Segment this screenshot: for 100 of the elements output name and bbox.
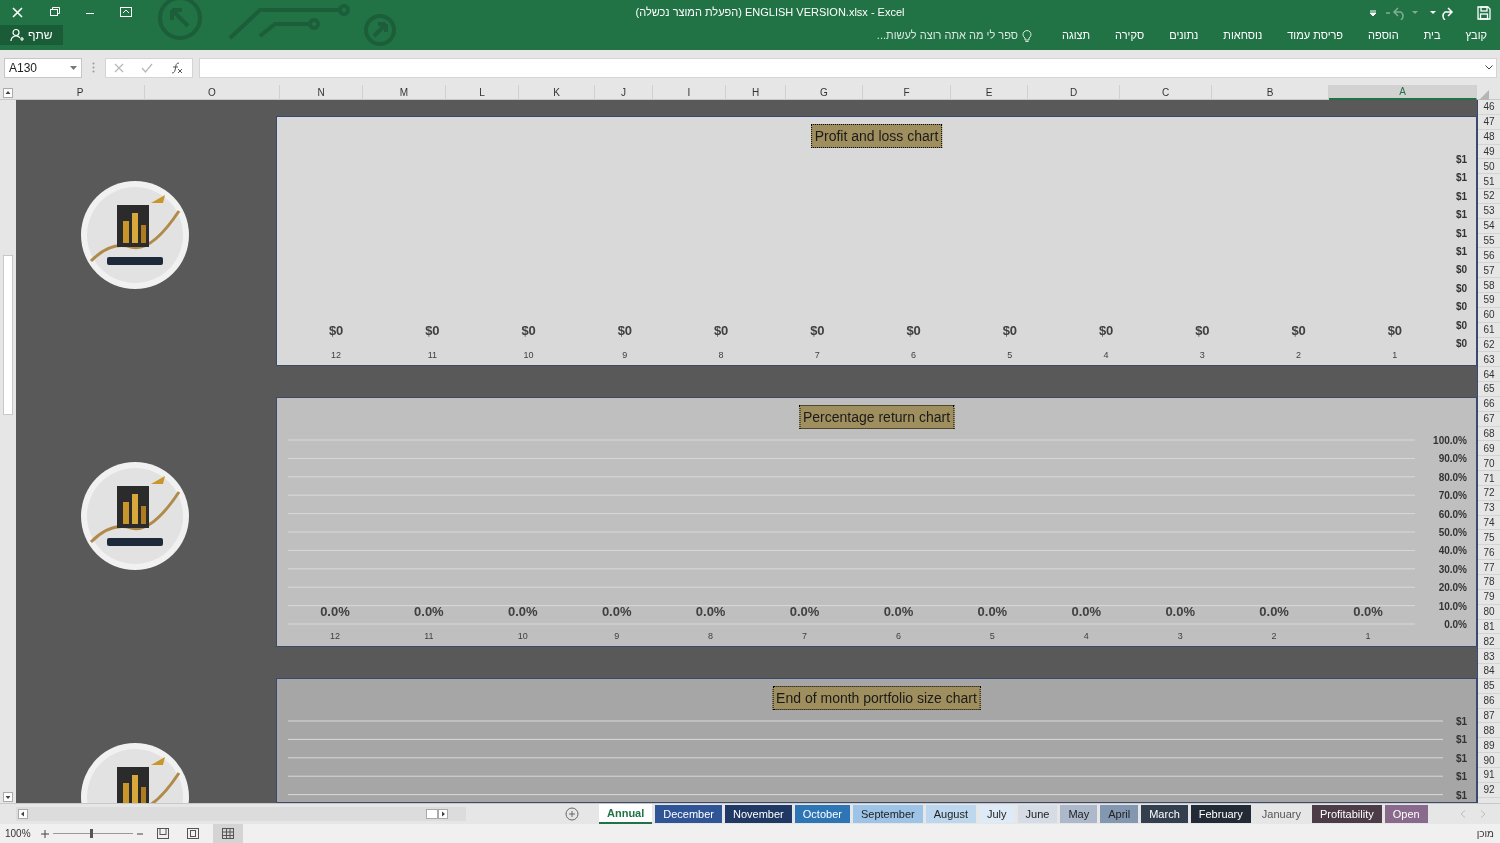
row-header[interactable]: 53 (1478, 203, 1500, 219)
row-header[interactable]: 90 (1478, 753, 1500, 768)
zoom-in-icon[interactable] (41, 829, 49, 838)
row-header[interactable]: 61 (1478, 322, 1500, 338)
row-header[interactable]: 57 (1478, 263, 1500, 279)
add-sheet-icon[interactable] (565, 807, 579, 821)
sheet-tab[interactable]: March (1141, 805, 1188, 823)
row-header[interactable]: 83 (1478, 649, 1500, 665)
row-header[interactable]: 66 (1478, 396, 1500, 412)
ribbon-tab[interactable]: קובץ (1464, 25, 1488, 45)
row-header[interactable]: 48 (1478, 129, 1500, 145)
sheet-tab[interactable]: August (925, 805, 976, 823)
row-header[interactable]: 51 (1478, 174, 1500, 190)
ribbon-tab[interactable]: בית (1422, 25, 1442, 45)
row-header[interactable]: 59 (1478, 292, 1500, 308)
sheet-tab[interactable]: September (852, 805, 923, 823)
row-header[interactable]: 72 (1478, 485, 1500, 501)
scrollbar-thumb[interactable] (3, 255, 13, 415)
sheet-tab[interactable]: July (979, 805, 1015, 823)
row-header[interactable]: 78 (1478, 575, 1500, 590)
ribbon-tab[interactable]: סקירה (1114, 25, 1146, 45)
row-header[interactable]: 69 (1478, 441, 1500, 457)
scroll-left-icon[interactable] (18, 809, 28, 819)
sheet-tab[interactable]: June (1017, 805, 1058, 823)
row-header[interactable]: 85 (1478, 678, 1500, 694)
chart-area[interactable]: 100.0% 90.0% 80.0% 70.0% 60.0% 50.0% 40.0% 30.0% 20.0% 10.0% 0.0% 0.0% 12 0.0% 11 0.0% 10 0.0% 9 0.0% 8 0.0% 7 0.0% 6 0.0% 5 0.0% 4 0.0% 3 0.0% 2 0.0% 1 Percentage return chart (276, 397, 1477, 647)
tell-me-field[interactable]: ספר לי מה אתה רוצה לעשות... (876, 26, 1018, 44)
row-header[interactable]: 88 (1478, 723, 1500, 739)
row-header[interactable]: 47 (1478, 114, 1500, 130)
row-header[interactable]: 49 (1478, 144, 1500, 160)
row-header[interactable]: 79 (1478, 589, 1500, 605)
scroll-down-icon[interactable] (3, 792, 13, 802)
row-header[interactable]: 68 (1478, 426, 1500, 442)
row-header[interactable]: 91 (1478, 767, 1500, 783)
scroll-up-icon[interactable] (3, 87, 13, 98)
row-header[interactable]: 86 (1478, 693, 1500, 709)
row-header[interactable]: 56 (1478, 248, 1500, 264)
sheet-tab[interactable]: January (1253, 805, 1309, 823)
row-header[interactable]: 77 (1478, 560, 1500, 575)
scrollbar-thumb[interactable] (426, 809, 438, 819)
save-icon[interactable] (1476, 4, 1492, 21)
ribbon-tab[interactable]: הוספה (1367, 25, 1400, 45)
zoom-slider[interactable] (53, 829, 133, 838)
formula-input-field[interactable] (199, 57, 1497, 78)
row-header[interactable]: 46 (1478, 100, 1500, 115)
row-header[interactable]: 81 (1478, 619, 1500, 635)
ribbon-tab[interactable]: נוסחאות (1222, 25, 1264, 45)
ribbon-tab[interactable]: פריסת עמוד (1286, 25, 1345, 45)
row-header[interactable]: 74 (1478, 515, 1500, 531)
row-header[interactable]: 82 (1478, 634, 1500, 650)
customize-dropdown-icon[interactable] (1368, 7, 1378, 18)
sheet-tab[interactable]: December (655, 805, 723, 823)
sheet-tab[interactable]: February (1190, 805, 1251, 823)
sheet-tab[interactable]: November (725, 805, 792, 823)
row-header[interactable]: 55 (1478, 233, 1500, 249)
normal-view-button[interactable] (213, 824, 243, 843)
row-header[interactable]: 89 (1478, 738, 1500, 754)
ribbon-tab[interactable]: תצוגה (1061, 25, 1092, 45)
redo-icon[interactable] (1428, 5, 1454, 20)
ribbon-tab[interactable]: נתונים (1168, 25, 1200, 45)
enter-check-icon[interactable] (141, 62, 153, 73)
row-header[interactable]: 67 (1478, 411, 1500, 427)
row-header[interactable]: 84 (1478, 664, 1500, 679)
row-header[interactable]: 64 (1478, 367, 1500, 383)
row-header[interactable]: 70 (1478, 456, 1500, 472)
scroll-right-icon[interactable] (438, 809, 448, 819)
sheet-tab[interactable]: April (1100, 805, 1139, 823)
row-header[interactable]: 60 (1478, 307, 1500, 323)
row-header[interactable]: 73 (1478, 500, 1500, 516)
page-break-icon[interactable] (187, 828, 199, 839)
axis-label: 5 (1007, 350, 1013, 360)
sheet-tab[interactable]: Profitability (1311, 805, 1382, 823)
row-header[interactable]: 92 (1478, 782, 1500, 798)
row-header[interactable]: 58 (1478, 278, 1500, 293)
row-header[interactable]: 52 (1478, 189, 1500, 204)
row-header[interactable]: 75 (1478, 530, 1500, 546)
row-header[interactable]: 80 (1478, 604, 1500, 620)
row-header[interactable]: 54 (1478, 218, 1500, 234)
name-box[interactable]: A130 (4, 57, 82, 78)
chart-area[interactable]: $1 $1 $1 $1 $1 $1 $0 $0 $0 $0 $0 $0 12 $0 11 $0 10 $0 9 $0 8 $0 7 $0 6 $0 5 $0 4 $0 3 $0 2 $0 1 Profit and loss chart (276, 116, 1477, 366)
sheet-tab[interactable]: Annual (599, 804, 653, 824)
sheet-tab[interactable]: October (794, 805, 850, 823)
sheet-tab[interactable]: May (1060, 805, 1098, 823)
row-header[interactable]: 71 (1478, 471, 1500, 486)
chevron-down-icon[interactable] (1485, 65, 1493, 70)
column-header[interactable]: A (1329, 85, 1477, 100)
sheet-tab[interactable]: Open (1384, 805, 1428, 823)
share-button[interactable]: שתף (0, 25, 63, 45)
row-header[interactable]: 87 (1478, 708, 1500, 724)
chart-area[interactable]: $1 $1 $1 $1 $1 End of month portfolio size chart (276, 678, 1477, 803)
horizontal-scrollbar[interactable] (16, 807, 466, 821)
row-header[interactable]: 63 (1478, 352, 1500, 368)
function-icon[interactable] (169, 61, 184, 74)
slider-thumb[interactable] (89, 829, 93, 838)
zoom-level[interactable]: 100% (5, 826, 33, 841)
row-header[interactable]: 76 (1478, 545, 1500, 561)
row-header[interactable]: 50 (1478, 159, 1500, 175)
row-header[interactable]: 65 (1478, 382, 1500, 397)
page-layout-icon[interactable] (157, 828, 169, 839)
row-header[interactable]: 62 (1478, 337, 1500, 353)
